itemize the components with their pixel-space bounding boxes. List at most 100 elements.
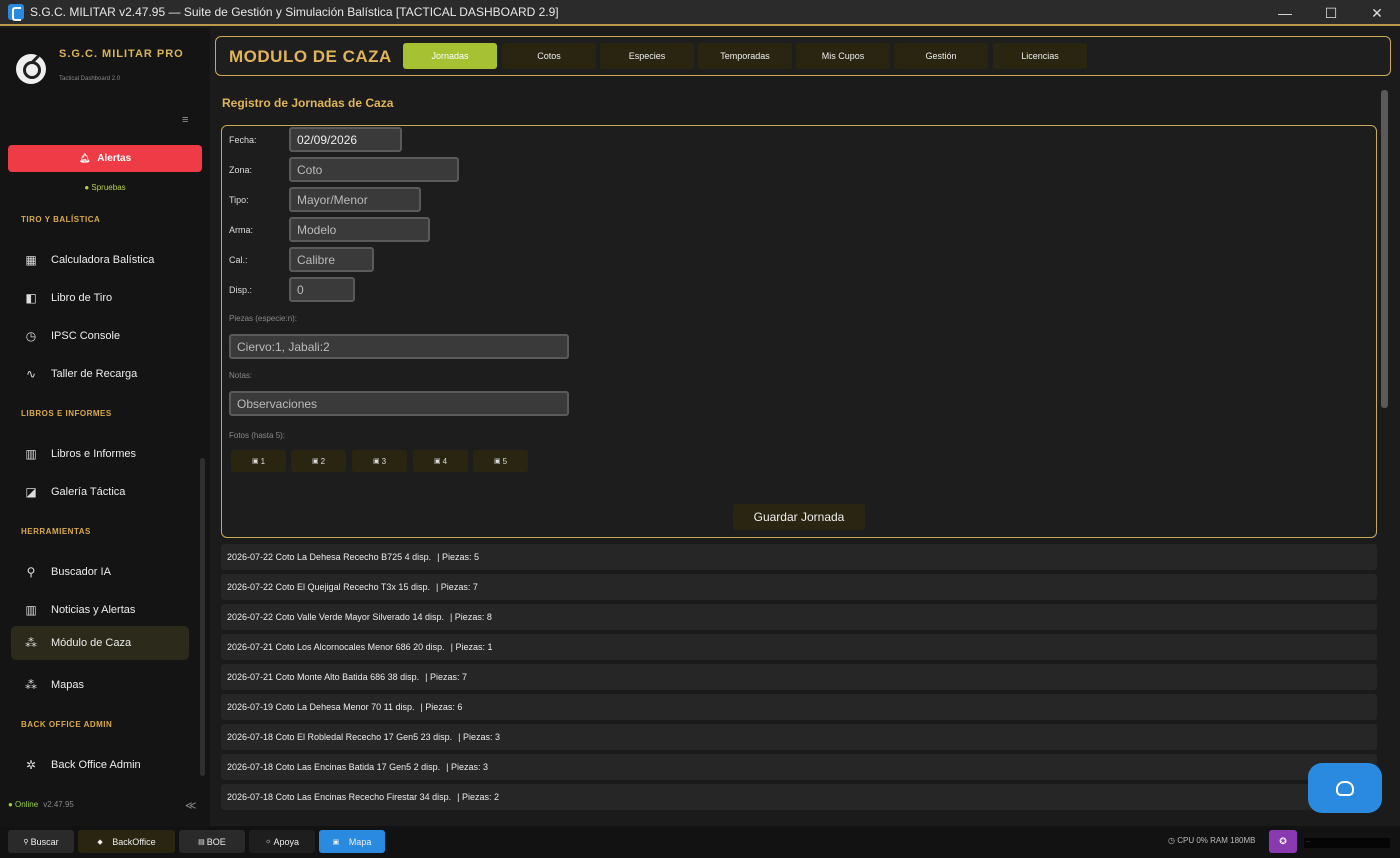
photo-slot-number: 2 [320, 456, 326, 466]
timer-icon: ◷ [25, 329, 37, 343]
alerts-button[interactable]: 🔔︎ Alertas [8, 145, 202, 172]
taskbar-label: Apoya [273, 836, 299, 847]
tipo-label: Tipo: [229, 195, 249, 205]
alerts-label: Alertas [97, 153, 132, 164]
close-button[interactable]: ✕ [1354, 0, 1400, 26]
module-header: MODULO DE CAZA Jornadas Cotos Especies T… [215, 36, 1391, 76]
jornada-piezas: | Piezas: 8 [449, 612, 492, 622]
window-titlebar: S.G.C. MILITAR v2.47.95 — Suite de Gesti… [0, 0, 1400, 26]
calibre-input[interactable]: Calibre [289, 247, 374, 272]
taskbar: ⚲ Buscar ◆ BackOffice ▤ BOE ☼ Apoya ▣ Mapa … [0, 826, 1400, 858]
collapse-sidebar-icon[interactable]: ≪ [185, 799, 197, 812]
disparos-input[interactable]: 0 [289, 277, 355, 302]
tree-icon: ⁂ [25, 678, 37, 692]
sidebar-item-backoffice[interactable]: ✲ Back Office Admin [11, 748, 189, 782]
gear-icon: ✲ [25, 758, 37, 772]
camera-icon: ▣ [251, 458, 259, 465]
tab-cotos[interactable]: Cotos [502, 43, 596, 69]
sidebar-item-libros-informes[interactable]: ▥ Libros e Informes [11, 437, 189, 471]
assistant-fab-button[interactable] [1308, 763, 1382, 813]
fecha-label: Fecha: [229, 135, 257, 145]
sidebar-item-noticias[interactable]: ▥ Noticias y Alertas [11, 593, 189, 627]
taskbar-apoya-button[interactable]: ☼ Apoya [249, 830, 315, 853]
taskbar-mapa-button[interactable]: ▣ Mapa [319, 830, 385, 853]
notas-input[interactable]: Observaciones [229, 391, 569, 416]
shield-icon: ◆ [97, 838, 103, 846]
sidebar-item-ipsc[interactable]: ◷ IPSC Console [11, 319, 189, 353]
taskbar-label: Buscar [30, 836, 59, 847]
photo-slot-1[interactable]: ▣ 1 [231, 450, 286, 472]
brain-tray-icon[interactable]: ✪ [1269, 830, 1297, 853]
arma-input[interactable]: Modelo [289, 217, 430, 242]
tab-mis-cupos[interactable]: Mis Cupos [796, 43, 890, 69]
list-item[interactable]: 2026-07-18 Coto Las Encinas Batida 17 Ge… [221, 754, 1377, 780]
jornada-summary: 2026-07-18 Coto Las Encinas Batida 17 Ge… [227, 762, 441, 772]
connection-status: ● Online v2.47.95 [8, 800, 74, 809]
list-item[interactable]: 2026-07-21 Coto Monte Alto Batida 686 38… [221, 664, 1377, 690]
minimize-button[interactable]: — [1262, 0, 1308, 26]
sidebar-item-caza[interactable]: ⁂ Módulo de Caza [11, 626, 189, 660]
version-label: v2.47.95 [43, 800, 74, 809]
section-libros: LIBROS E INFORMES [21, 409, 112, 418]
list-item[interactable]: 2026-07-18 Coto Las Encinas Rececho Fire… [221, 784, 1377, 810]
sidebar-item-label: Noticias y Alertas [51, 604, 136, 616]
photo-slot-4[interactable]: ▣ 4 [413, 450, 468, 472]
sidebar-item-libro-tiro[interactable]: ◧ Libro de Tiro [11, 281, 189, 315]
list-item[interactable]: 2026-07-19 Coto La Dehesa Menor 70 11 di… [221, 694, 1377, 720]
main-scrollbar[interactable] [1381, 90, 1388, 408]
tab-temporadas[interactable]: Temporadas [698, 43, 792, 69]
online-status: ● Online [8, 800, 39, 809]
maximize-button[interactable]: ☐ [1308, 0, 1354, 26]
tipo-input[interactable]: Mayor/Menor [289, 187, 421, 212]
status-indicator: ● Spruebas [84, 183, 126, 192]
piezas-input[interactable]: Ciervo:1, Jabali:2 [229, 334, 569, 359]
jornada-summary: 2026-07-22 Coto La Dehesa Rececho B725 4… [227, 552, 432, 562]
sidebar-item-mapas[interactable]: ⁂ Mapas [11, 668, 189, 702]
jornada-summary: 2026-07-21 Coto Los Alcornocales Menor 6… [227, 642, 445, 652]
taskbar-backoffice-button[interactable]: ◆ BackOffice [78, 830, 175, 853]
fecha-input[interactable]: 02/09/2026 [289, 127, 402, 152]
sidebar-item-buscador[interactable]: ⚲ Buscador IA [11, 555, 189, 589]
book-icon: ◧ [25, 291, 37, 305]
sidebar-item-label: IPSC Console [51, 330, 121, 342]
calibre-label: Cal.: [229, 255, 248, 265]
app-icon [8, 4, 24, 21]
taskbar-boe-button[interactable]: ▤ BOE [179, 830, 245, 853]
photo-slot-2[interactable]: ▣ 2 [291, 450, 346, 472]
sidebar-item-label: Mapas [51, 679, 85, 691]
disparos-label: Disp.: [229, 285, 253, 295]
jornada-piezas: | Piezas: 5 [437, 552, 479, 562]
taskbar-buscar-button[interactable]: ⚲ Buscar [8, 830, 74, 853]
sidebar-item-label: Back Office Admin [51, 759, 141, 771]
sidebar-item-taller[interactable]: ∿ Taller de Recarga [11, 357, 189, 391]
list-item[interactable]: 2026-07-22 Coto El Quejigal Rececho T3x … [221, 574, 1377, 600]
list-item[interactable]: 2026-07-22 Coto Valle Verde Mayor Silver… [221, 604, 1377, 630]
gallery-icon: ◪ [25, 485, 37, 499]
sidebar-item-label: Calculadora Balística [51, 254, 155, 266]
sidebar-item-galeria[interactable]: ◪ Galería Táctica [11, 475, 189, 509]
system-status-text: CPU 0% RAM 180MB [1177, 836, 1256, 845]
tab-licencias[interactable]: Licencias [993, 43, 1087, 69]
sidebar: S.G.C. MILITAR PRO Tactical Dashboard 2.… [0, 28, 210, 826]
app-logo-icon [16, 54, 46, 84]
photo-slot-number: 3 [381, 456, 387, 466]
tab-especies[interactable]: Especies [600, 43, 694, 69]
save-jornada-button[interactable]: Guardar Jornada [733, 504, 865, 530]
sidebar-scrollbar[interactable] [200, 458, 205, 776]
route-icon: ∿ [25, 367, 37, 381]
menu-icon[interactable]: ≡ [182, 114, 188, 126]
camera-icon: ▣ [493, 458, 501, 465]
sidebar-item-label: Libros e Informes [51, 448, 136, 460]
list-item[interactable]: 2026-07-21 Coto Los Alcornocales Menor 6… [221, 634, 1377, 660]
jornada-piezas: | Piezas: 6 [420, 702, 463, 712]
bell-icon: 🔔︎ [78, 153, 91, 163]
photo-slot-5[interactable]: ▣ 5 [473, 450, 528, 472]
tab-jornadas[interactable]: Jornadas [403, 43, 497, 69]
list-item[interactable]: 2026-07-22 Coto La Dehesa Rececho B725 4… [221, 544, 1377, 570]
list-item[interactable]: 2026-07-18 Coto El Robledal Rececho 17 G… [221, 724, 1377, 750]
tab-gestion[interactable]: Gestión [894, 43, 988, 69]
news-icon: ▥ [25, 603, 37, 617]
sidebar-item-calculadora[interactable]: ▦ Calculadora Balística [11, 243, 189, 277]
zona-input[interactable]: Coto [289, 157, 459, 182]
photo-slot-3[interactable]: ▣ 3 [352, 450, 407, 472]
